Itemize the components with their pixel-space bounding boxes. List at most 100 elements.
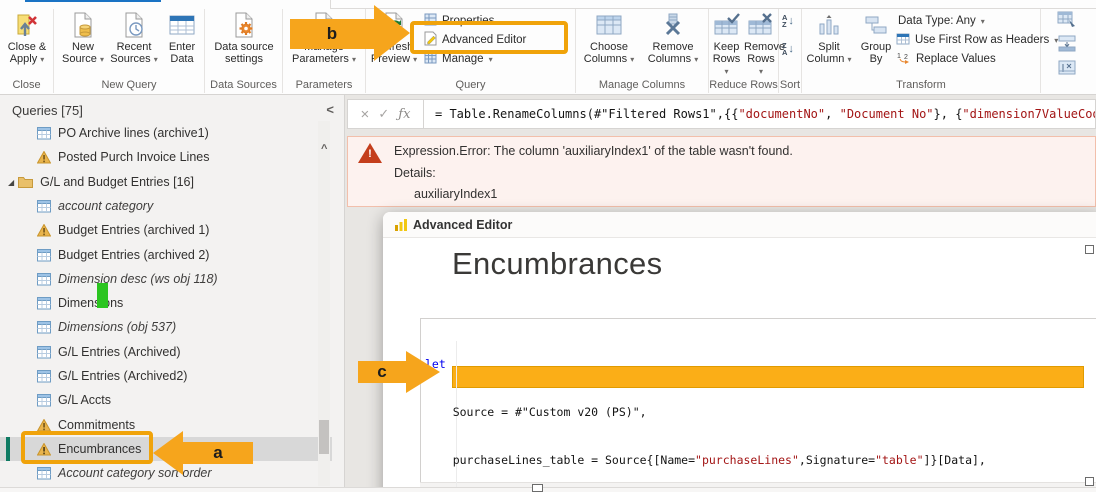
query-item-dimensions[interactable]: Dimensions [0,291,332,315]
query-item-gl-accts[interactable]: G/L Accts [0,388,332,412]
error-panel: ! Expression.Error: The column 'auxiliar… [347,136,1096,207]
query-item-account-category[interactable]: account category [0,194,332,218]
annotation-label-c: c [377,362,387,381]
m-code: let Source = #"Custom v20 (PS)", purchas… [421,319,1096,492]
group-by-button[interactable]: Group By [856,11,896,65]
group-label-query: Query [455,79,486,91]
folder-icon [18,176,34,188]
append-icon [1057,35,1077,55]
table-icon [36,393,51,407]
append-queries-button[interactable] [1057,35,1077,55]
keep-rows-button[interactable]: Keep Rows ▾ [710,11,743,78]
recent-sources-icon [108,11,160,39]
m-code-editor[interactable]: let Source = #"Custom v20 (PS)", purchas… [420,318,1096,492]
table-icon [36,126,51,140]
data-source-settings-button[interactable]: Data source settings [208,11,280,65]
table-icon [36,272,51,286]
error-details-label: Details: [394,166,436,180]
sort-za-icon: ZA [782,41,788,57]
warning-icon [36,223,51,237]
window-bottom-edge [0,487,1096,492]
table-icon [36,296,51,310]
ribbon-group-combine [1041,9,1096,93]
split-column-button[interactable]: Split Column ▾ [804,11,854,66]
expand-triangle-icon[interactable]: ◢ [8,178,14,187]
sidebar-scrollbar-thumb[interactable] [319,420,329,454]
dialog-title-bar[interactable]: Advanced Editor [383,212,1096,238]
query-item-dimensions-obj-537[interactable]: Dimensions (obj 537) [0,315,332,339]
close-apply-button[interactable]: Close & Apply ▾ [1,11,53,66]
recent-sources-button[interactable]: Recent Sources ▾ [108,11,160,66]
query-group-gl-and-budget-entries[interactable]: ◢ G/L and Budget Entries [16] [0,170,332,194]
confirm-formula-icon[interactable]: ✓ [378,106,389,122]
close-apply-icon [1,11,53,39]
replace-values-button[interactable]: 12 Replace Values [896,50,996,68]
group-label-manage-columns: Manage Columns [598,79,686,91]
table-icon [36,320,51,334]
table-icon [36,466,51,480]
svg-text:2: 2 [904,54,908,61]
formula-bar: × ✓ ƒx = Table.RenameColumns(#"Filtered … [347,99,1096,129]
formula-bar-actions: × ✓ ƒx [348,100,424,128]
formula-input[interactable]: = Table.RenameColumns(#"Filtered Rows1",… [425,100,1095,128]
caret-down-icon: ▾ [847,55,852,64]
power-query-editor-window: Close & Apply ▾ Close New Source ▾ Recen… [0,0,1096,492]
query-item-budget-entries-archived-1[interactable]: Budget Entries (archived 1) [0,218,332,242]
choose-columns-button[interactable]: Choose Columns ▾ [580,11,638,66]
caret-down-icon: ▾ [488,54,493,64]
annotation-label-b: b [326,24,338,43]
first-row-headers-icon [896,33,910,48]
group-label-close: Close [12,79,41,91]
group-by-icon [856,11,896,39]
merge-queries-button[interactable] [1057,11,1077,31]
sort-down-arrow-icon: ↓ [788,42,794,55]
query-item-gl-entries-archived2[interactable]: G/L Entries (Archived2) [0,364,332,388]
combine-files-button[interactable] [1057,60,1077,78]
enter-data-icon [162,11,202,39]
remove-columns-icon [644,11,702,39]
scroll-up-icon[interactable]: ^ [321,143,327,155]
group-label-reduce-rows: Reduce Rows [709,79,778,91]
error-details-value: auxiliaryIndex1 [414,187,498,201]
caret-down-icon: ▾ [351,55,356,64]
group-label-transform: Transform [896,79,946,91]
group-label-sort: Sort [779,79,801,91]
cancel-formula-icon[interactable]: × [361,106,370,123]
resize-handle[interactable] [532,484,543,492]
ribbon-group-reduce-rows: Keep Rows ▾ Remove Rows ▾ Reduce Rows [709,9,785,93]
table-icon [36,199,51,213]
query-item-posted-purch-invoice-lines[interactable]: Posted Purch Invoice Lines [0,145,332,169]
dialog-title: Advanced Editor [413,218,513,232]
query-item-dimension-desc[interactable]: Dimension desc (ws obj 118) [0,267,332,291]
merge-icon [1057,11,1077,31]
warning-icon [36,418,51,432]
combine-icon [1057,59,1077,79]
resize-handle[interactable] [1085,245,1094,254]
ribbon-group-close: Close & Apply ▾ Close [0,9,54,93]
caret-down-icon: ▾ [99,55,104,64]
caret-down-icon: ▾ [630,55,635,64]
query-item-budget-entries-archived-2[interactable]: Budget Entries (archived 2) [0,243,332,267]
fx-icon[interactable]: ƒx [398,107,410,122]
query-item-po-archive-lines[interactable]: PO Archive lines (archive1) [0,121,332,145]
sort-descending-button[interactable]: ZA ↓ [782,41,794,57]
group-label-data-sources: Data Sources [210,79,277,91]
resize-handle[interactable] [1085,477,1094,486]
use-first-row-as-headers-button[interactable]: Use First Row as Headers ▾ [896,31,1058,49]
code-line: purchaseLines_table = Source{[Name="purc… [425,453,986,467]
enter-data-button[interactable]: Enter Data [162,11,202,65]
code-line: let [425,357,446,371]
error-message: Expression.Error: The column 'auxiliaryI… [394,144,793,158]
new-source-button[interactable]: New Source ▾ [60,11,106,66]
selection-indicator [6,437,10,461]
remove-columns-button[interactable]: Remove Columns ▾ [644,11,702,66]
sort-ascending-button[interactable]: AZ ↓ [782,14,794,29]
table-icon [36,369,51,383]
collapse-pane-icon[interactable]: < [326,102,334,117]
warning-icon [36,150,51,164]
remove-rows-button[interactable]: Remove Rows ▾ [744,11,785,78]
annotation-box-advanced-editor [410,21,568,54]
data-type-button[interactable]: Data Type: Any ▾ [898,12,985,30]
query-item-gl-entries-archived[interactable]: G/L Entries (Archived) [0,340,332,364]
annotation-label-a: a [213,443,223,462]
